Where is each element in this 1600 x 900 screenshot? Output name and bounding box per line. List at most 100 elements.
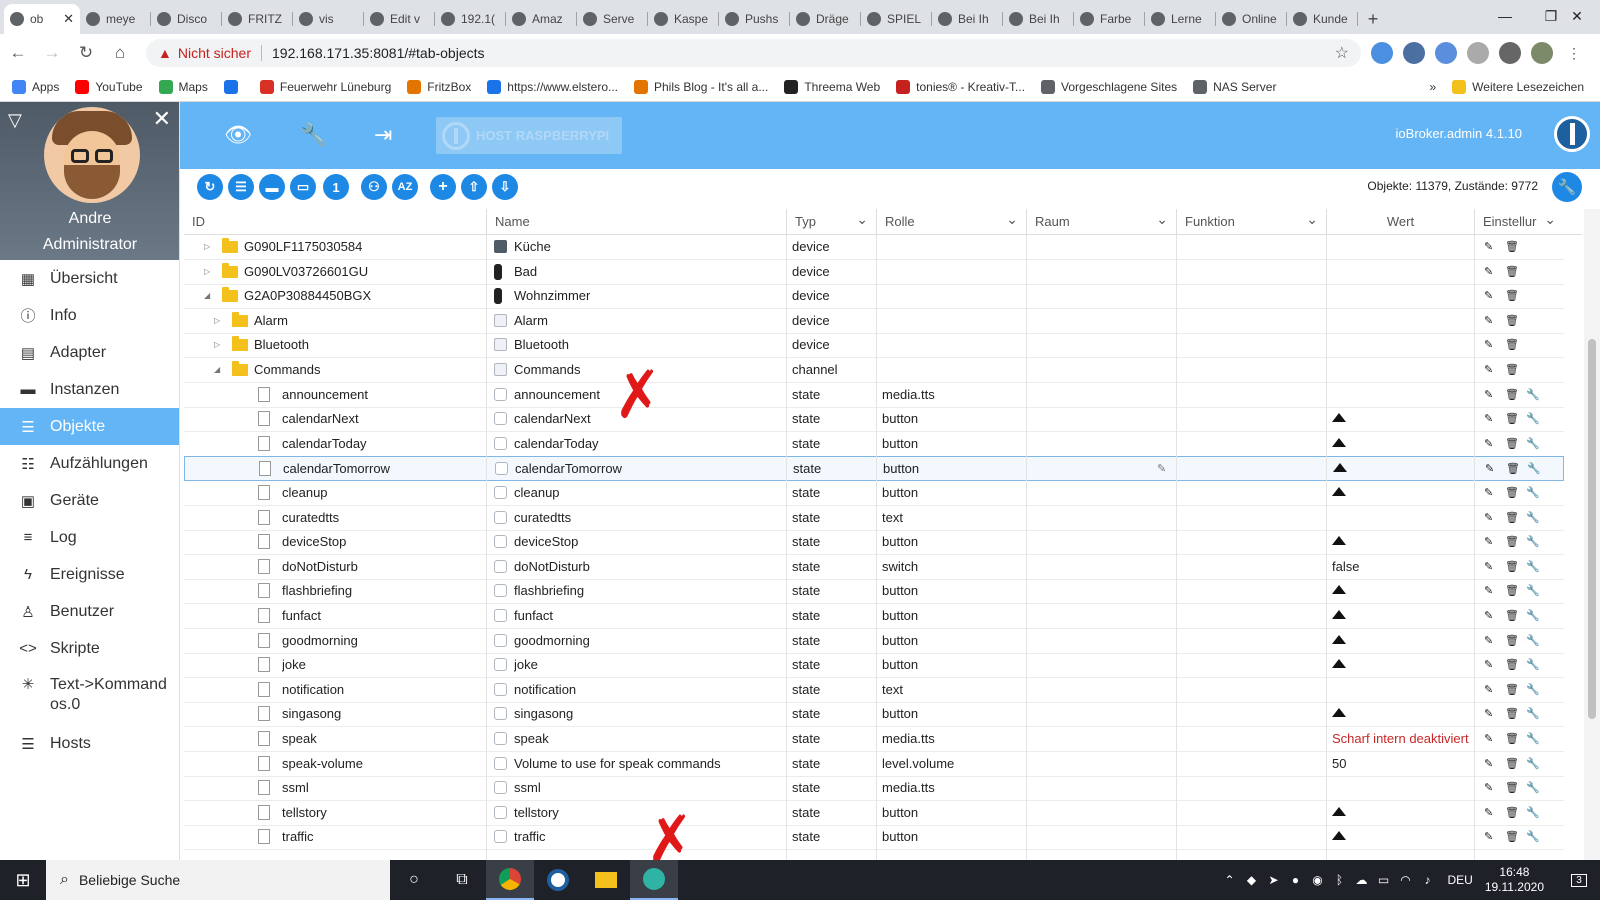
task-view-icon[interactable]: ⧉ [438,860,486,900]
edit-icon[interactable]: ✎ [1484,702,1493,726]
sidebar-item[interactable]: ≡ Log [0,519,179,556]
table-row[interactable]: ◢ G2A0P30884450BGX Wohnzimmer device ✎ 🗑 [184,284,1564,310]
sidebar-item[interactable]: ▣ Geräte [0,482,179,519]
settings-wrench-icon[interactable]: 🔧 [1526,629,1540,653]
delete-icon[interactable]: 🗑 [1505,333,1519,357]
bookmark-item[interactable] [223,79,244,94]
delete-icon[interactable]: 🗑 [1505,284,1519,308]
bookmark-item[interactable]: Maps [158,79,208,94]
bookmark-item[interactable]: Threema Web [784,79,880,94]
settings-wrench-button[interactable]: 🔧 [1552,172,1582,202]
upload-button[interactable]: ⇧ [461,174,487,200]
browser-tab[interactable]: Lerne [1145,4,1216,34]
edit-icon[interactable]: ✎ [1484,309,1493,333]
object-value[interactable]: Scharf intern deaktiviert [1332,727,1469,751]
table-row[interactable]: joke joke state button ✎ 🗑 🔧 [184,653,1564,679]
table-row[interactable]: goodmorning goodmorning state button ✎ 🗑 🔧 [184,629,1564,654]
browser-tab[interactable]: vis [293,4,364,34]
sidebar-item[interactable]: ☰ Objekte [0,408,179,445]
object-value[interactable]: false [1332,555,1359,579]
browser-tab[interactable]: Serve [577,4,648,34]
chevron-down-icon[interactable]: ⌄ [1306,209,1318,232]
delete-icon[interactable]: 🗑 [1505,481,1519,505]
button-trigger-icon[interactable] [1332,659,1346,669]
delete-icon[interactable]: 🗑 [1505,825,1519,849]
edit-icon[interactable]: ✎ [1484,825,1493,849]
clock[interactable]: 16:48 19.11.2020 [1485,865,1544,895]
cortana-icon[interactable]: ○ [390,860,438,900]
table-row[interactable]: ▷ Alarm Alarm device ✎ 🗑 [184,309,1564,334]
users-filter-button[interactable]: ⚇ [361,174,387,200]
delete-icon[interactable]: 🗑 [1506,457,1520,481]
table-row[interactable]: curatedtts curatedtts state text ✎ 🗑 🔧 [184,506,1564,531]
bookmark-item[interactable]: Feuerwehr Lüneburg [259,79,391,94]
settings-wrench-icon[interactable]: 🔧 [1526,801,1540,825]
wrench-icon[interactable]: 🔧 [300,122,327,148]
bookmark-item[interactable]: tonies® - Kreativ-T... [896,79,1025,94]
edit-icon[interactable]: ✎ [1484,653,1493,677]
browser-tab[interactable]: Disco [151,4,222,34]
settings-wrench-icon[interactable]: 🔧 [1526,407,1540,431]
button-trigger-icon[interactable] [1332,831,1346,841]
object-value[interactable]: 50 [1332,752,1346,776]
edit-icon[interactable]: ✎ [1484,555,1493,579]
button-trigger-icon[interactable] [1332,487,1346,496]
column-header[interactable]: Einstellur ⌄ [1474,209,1564,235]
settings-wrench-icon[interactable]: 🔧 [1526,432,1540,456]
extensions-puzzle-icon[interactable] [1499,42,1521,64]
table-row[interactable]: calendarToday calendarToday state button ✎ 🗑 🔧 [184,432,1564,457]
delete-icon[interactable]: 🗑 [1505,506,1519,530]
browser-tab[interactable]: meye [80,4,151,34]
edit-icon[interactable]: ✎ [1484,604,1493,628]
delete-icon[interactable]: 🗑 [1505,383,1519,407]
table-row[interactable]: ssml ssml state media.tts ✎ 🗑 🔧 [184,776,1564,802]
language-indicator[interactable]: DEU [1447,873,1472,887]
logout-icon[interactable]: ⇥ [374,122,392,148]
sidebar-item[interactable]: ▤ Adapter [0,334,179,371]
settings-wrench-icon[interactable]: 🔧 [1526,481,1540,505]
sidebar-close-icon[interactable]: ✕ [153,106,171,132]
edit-icon[interactable]: ✎ [1484,506,1493,530]
tab-close-icon[interactable]: ✕ [63,11,74,27]
edit-icon[interactable]: ✎ [1484,727,1493,751]
browser-tab[interactable]: Kaspe [648,4,719,34]
file-explorer-icon[interactable] [582,860,630,900]
notification-center-icon[interactable]: 3 [1558,860,1600,900]
settings-wrench-icon[interactable]: 🔧 [1526,678,1540,702]
minimize-icon[interactable]: — [1482,0,1528,32]
sidebar-item[interactable]: <> Skripte [0,630,179,667]
delete-icon[interactable]: 🗑 [1505,604,1519,628]
column-header[interactable]: Typ ⌄ [786,209,876,235]
edit-icon[interactable]: ✎ [1484,333,1493,357]
expanded-arrow-icon[interactable]: ◢ [214,358,220,382]
delete-icon[interactable]: 🗑 [1505,702,1519,726]
bookmark-item[interactable]: https://www.elstero... [487,79,618,94]
sidebar-item[interactable]: ☰ Hosts [0,725,179,762]
browser-tab[interactable]: Online [1216,4,1287,34]
windows-start-icon[interactable]: ⊞ [0,860,46,900]
settings-wrench-icon[interactable]: 🔧 [1526,530,1540,554]
refresh-button[interactable]: ↻ [197,174,223,200]
button-trigger-icon[interactable] [1332,536,1346,546]
iobroker-tray-icon[interactable]: ◉ [1307,873,1327,887]
settings-wrench-icon[interactable]: 🔧 [1526,555,1540,579]
browser-tab[interactable]: SPIEL [861,4,932,34]
edit-icon[interactable]: ✎ [1484,383,1493,407]
bookmark-item[interactable]: Vorgeschlagene Sites [1041,79,1177,94]
sidebar-item[interactable]: ✳ Text->Kommandos.0 [0,667,179,725]
wifi-icon[interactable]: ◠ [1395,873,1415,887]
sidebar-item[interactable]: ♙ Benutzer [0,593,179,630]
reload-icon[interactable]: ↻ [70,37,102,69]
host-selector[interactable]: HOST RASPBERRYPI [436,117,622,154]
home-icon[interactable]: ⌂ [104,37,136,69]
button-trigger-icon[interactable] [1332,413,1346,423]
browser-tab[interactable]: Kunde [1287,4,1358,34]
bookmark-item[interactable]: YouTube [75,79,143,94]
settings-wrench-icon[interactable]: 🔧 [1526,506,1540,530]
button-trigger-icon[interactable] [1332,708,1346,718]
iobroker-app-icon[interactable] [534,860,582,900]
add-object-button[interactable]: + [430,174,456,200]
vertical-scrollbar[interactable] [1584,209,1600,860]
search-app-icon[interactable] [630,860,678,900]
table-row[interactable]: ▷ Bluetooth Bluetooth device ✎ 🗑 [184,333,1564,359]
